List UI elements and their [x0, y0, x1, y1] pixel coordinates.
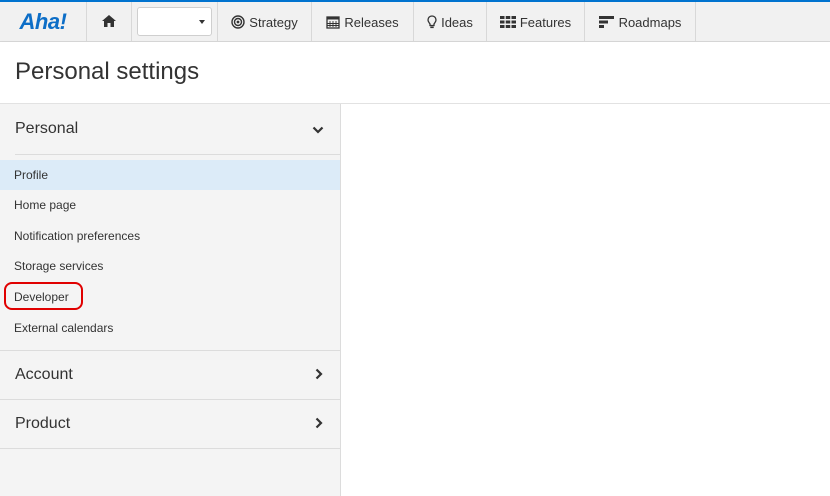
sidebar-item-label: Profile — [14, 168, 49, 182]
home-icon — [102, 14, 116, 30]
sidebar-item-home-page[interactable]: Home page — [0, 190, 340, 220]
home-button[interactable] — [87, 2, 132, 42]
sidebar-item-label: Storage services — [14, 259, 104, 273]
settings-sidebar: Personal Profile Home page Notification … — [0, 104, 341, 496]
sidebar-item-external-calendars[interactable]: External calendars — [0, 313, 340, 343]
sidebar-item-label: External calendars — [14, 321, 114, 335]
sidebar-item-label: Home page — [14, 198, 77, 212]
nav-ideas-label: Ideas — [441, 14, 473, 30]
chevron-right-icon — [314, 416, 324, 434]
logo-text: Aha! — [19, 9, 67, 34]
grid-icon — [499, 16, 516, 28]
divider — [0, 448, 340, 449]
workspace-select-wrapper — [132, 2, 218, 42]
page-header: Personal settings — [0, 42, 830, 104]
nav-strategy-label: Strategy — [249, 14, 298, 30]
sidebar-item-storage-services[interactable]: Storage services — [0, 251, 340, 281]
nav-releases[interactable]: Releases — [312, 2, 414, 42]
section-personal-toggle[interactable]: Personal — [0, 104, 340, 154]
nav-features[interactable]: Features — [487, 2, 585, 42]
nav-strategy[interactable]: Strategy — [218, 2, 312, 42]
chevron-down-icon — [312, 122, 324, 140]
target-icon — [231, 15, 245, 29]
nav-features-label: Features — [519, 14, 572, 30]
section-product-toggle[interactable]: Product — [0, 400, 340, 448]
chevron-down-icon — [199, 20, 205, 24]
sidebar-item-label: Notification preferences — [14, 229, 141, 243]
main-content — [341, 104, 830, 496]
nav-roadmaps[interactable]: Roadmaps — [585, 2, 696, 42]
page-title: Personal settings — [15, 58, 200, 85]
aha-logo[interactable]: Aha! — [0, 2, 87, 42]
nav-releases-label: Releases — [344, 14, 399, 30]
section-product-label: Product — [15, 415, 71, 432]
nav-ideas[interactable]: Ideas — [414, 2, 487, 42]
section-account-toggle[interactable]: Account — [0, 351, 340, 399]
sidebar-item-notification-preferences[interactable]: Notification preferences — [0, 221, 340, 251]
nav-roadmaps-label: Roadmaps — [618, 14, 682, 30]
developer-highlight-ring — [4, 282, 83, 310]
section-account-label: Account — [15, 366, 73, 383]
roadmap-bars-icon — [598, 16, 615, 28]
lightbulb-icon — [427, 15, 437, 29]
divider — [15, 154, 340, 155]
chevron-right-icon — [314, 367, 324, 385]
sidebar-item-profile[interactable]: Profile — [0, 160, 340, 190]
calendar-icon — [326, 15, 341, 29]
top-nav-bar: Aha! Strategy Releases Ideas Features Ro… — [0, 0, 830, 42]
section-personal-label: Personal — [15, 120, 79, 137]
workspace-select[interactable] — [137, 7, 212, 36]
